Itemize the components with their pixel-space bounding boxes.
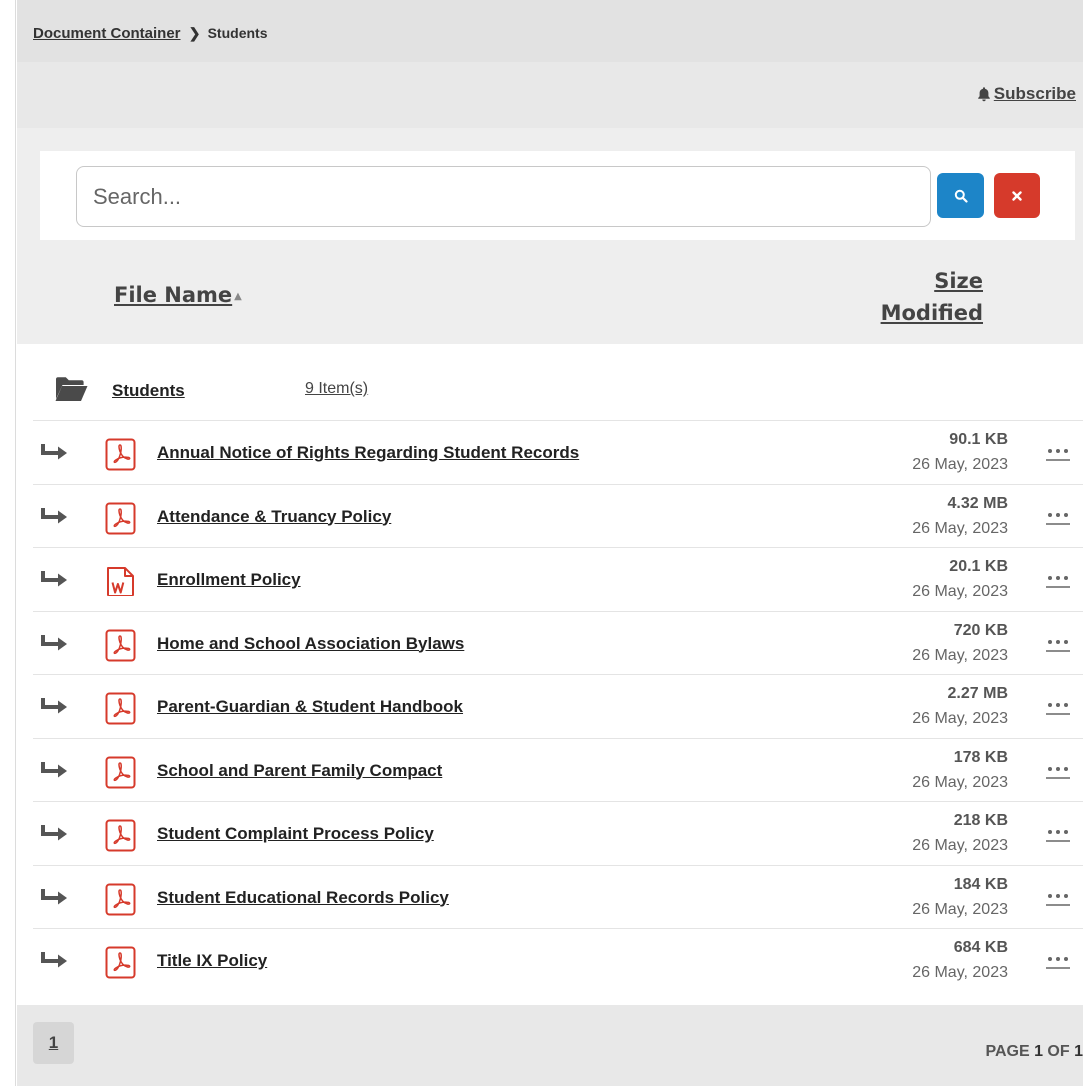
bell-icon <box>977 87 990 102</box>
file-modified-date: 26 May, 2023 <box>912 646 1008 664</box>
file-modified-date: 26 May, 2023 <box>912 710 1008 727</box>
pdf-file-icon <box>105 692 136 725</box>
more-options-icon[interactable] <box>1043 572 1073 590</box>
search-panel <box>40 151 1075 240</box>
breadcrumb-bar: Document Container ❯ Students <box>17 0 1083 62</box>
pdf-file-icon <box>105 629 136 661</box>
indent-arrow-icon <box>41 507 67 523</box>
file-list: Annual Notice of Rights Regarding Studen… <box>33 420 1083 992</box>
file-size: 720 KB <box>953 621 1008 639</box>
file-row: Parent-Guardian & Student Handbook 2.27 M… <box>33 674 1083 738</box>
page-total: 1 <box>1074 1043 1083 1060</box>
page-number: 1 <box>1034 1043 1043 1060</box>
indent-arrow-icon <box>41 571 67 587</box>
pdf-file-icon <box>105 502 136 534</box>
breadcrumb-current: Students <box>207 25 268 41</box>
breadcrumb-root-link[interactable]: Document Container <box>33 25 181 42</box>
pdf-file-icon <box>105 438 136 471</box>
file-name-link[interactable]: Student Complaint Process Policy <box>157 824 434 844</box>
file-row: Annual Notice of Rights Regarding Studen… <box>33 420 1083 484</box>
file-name-link[interactable]: Parent-Guardian & Student Handbook <box>157 697 463 717</box>
left-border <box>0 0 16 1086</box>
more-options-icon[interactable] <box>1043 953 1073 971</box>
file-row: Student Educational Records Policy 184 KB… <box>33 864 1083 929</box>
file-modified-date: 26 May, 2023 <box>912 964 1008 981</box>
search-and-header-area: File Name▲ Size Modified <box>17 128 1083 344</box>
file-name-link[interactable]: School and Parent Family Compact <box>157 761 442 781</box>
more-options-icon[interactable] <box>1043 636 1073 654</box>
document-container-widget: Document Container ❯ Students Subscribe <box>0 0 1083 1086</box>
word-file-icon <box>107 567 134 596</box>
breadcrumb: Document Container ❯ Students <box>33 25 267 42</box>
file-row: Title IX Policy 684 KB 26 May, 2023 <box>33 928 1083 992</box>
more-options-icon[interactable] <box>1043 509 1073 527</box>
file-size: 90.1 KB <box>949 431 1008 448</box>
indent-arrow-icon <box>41 698 67 714</box>
file-size: 178 KB <box>953 748 1008 766</box>
folder-name-link[interactable]: Students <box>112 381 185 401</box>
pdf-file-icon <box>105 883 136 915</box>
sort-ascending-icon: ▲ <box>234 290 242 302</box>
page-button-1[interactable]: 1 <box>33 1022 74 1064</box>
file-size: 218 KB <box>953 812 1008 829</box>
search-icon <box>954 189 968 203</box>
file-size: 2.27 MB <box>947 685 1008 702</box>
file-modified-date: 26 May, 2023 <box>912 583 1008 600</box>
subscribe-label: Subscribe <box>993 84 1076 103</box>
indent-arrow-icon <box>41 761 67 777</box>
subscribe-link[interactable]: Subscribe <box>976 84 1076 104</box>
modified-column-header[interactable]: Modified <box>881 301 983 325</box>
file-name-link[interactable]: Enrollment Policy <box>157 570 301 590</box>
clear-search-button[interactable] <box>994 173 1040 218</box>
page-label: PAGE <box>985 1043 1030 1060</box>
file-modified-date: 26 May, 2023 <box>912 900 1008 918</box>
close-icon <box>1012 190 1022 201</box>
more-options-icon[interactable] <box>1043 826 1073 844</box>
pdf-file-icon <box>105 756 136 788</box>
indent-arrow-icon <box>41 444 67 460</box>
search-button[interactable] <box>937 173 984 218</box>
file-name-header-label: File Name <box>114 283 233 307</box>
more-options-icon[interactable] <box>1043 699 1073 717</box>
file-row: Attendance & Truancy Policy 4.32 MB 26 May… <box>33 483 1083 548</box>
indent-arrow-icon <box>41 952 67 968</box>
file-size: 184 KB <box>953 875 1008 893</box>
file-name-link[interactable]: Annual Notice of Rights Regarding Studen… <box>157 443 579 463</box>
page-of-label: OF <box>1047 1043 1070 1060</box>
file-modified-date: 26 May, 2023 <box>912 456 1008 473</box>
more-options-icon[interactable] <box>1043 445 1073 463</box>
pdf-file-icon <box>105 819 136 852</box>
page-indicator: PAGE 1 OF 1 <box>985 1043 1083 1061</box>
file-name-column-header[interactable]: File Name ▲ <box>114 283 242 307</box>
pagination-bar: 1 PAGE 1 OF 1 <box>17 1005 1083 1086</box>
file-name-link[interactable]: Attendance & Truancy Policy <box>157 507 391 527</box>
folder-open-icon <box>55 377 88 401</box>
file-row: Enrollment Policy 20.1 KB 26 May, 2023 <box>33 547 1083 611</box>
file-modified-date: 26 May, 2023 <box>912 837 1008 854</box>
more-options-icon[interactable] <box>1043 763 1073 781</box>
subscribe-bar: Subscribe <box>17 62 1083 128</box>
indent-arrow-icon <box>41 634 67 650</box>
indent-arrow-icon <box>41 825 67 841</box>
search-input[interactable] <box>76 166 931 227</box>
file-row: School and Parent Family Compact 178 KB 26… <box>33 737 1083 802</box>
file-name-link[interactable]: Student Educational Records Policy <box>157 888 449 908</box>
chevron-right-icon: ❯ <box>188 25 201 41</box>
file-row: Home and School Association Bylaws 720 KB… <box>33 610 1083 675</box>
file-row: Student Complaint Process Policy 218 KB 26… <box>33 801 1083 865</box>
more-options-icon[interactable] <box>1043 890 1073 908</box>
folder-item-count: 9 Item(s) <box>305 380 369 397</box>
file-modified-date: 26 May, 2023 <box>912 773 1008 791</box>
file-size: 684 KB <box>953 939 1008 956</box>
file-size: 4.32 MB <box>947 494 1008 512</box>
file-name-link[interactable]: Title IX Policy <box>157 951 267 971</box>
size-column-header[interactable]: Size <box>934 269 983 293</box>
file-name-link[interactable]: Home and School Association Bylaws <box>157 634 464 654</box>
indent-arrow-icon <box>41 888 67 904</box>
file-modified-date: 26 May, 2023 <box>912 519 1008 537</box>
pdf-file-icon <box>105 946 136 979</box>
folder-row: Students 9 Item(s) <box>17 344 1083 420</box>
file-size: 20.1 KB <box>949 558 1008 575</box>
